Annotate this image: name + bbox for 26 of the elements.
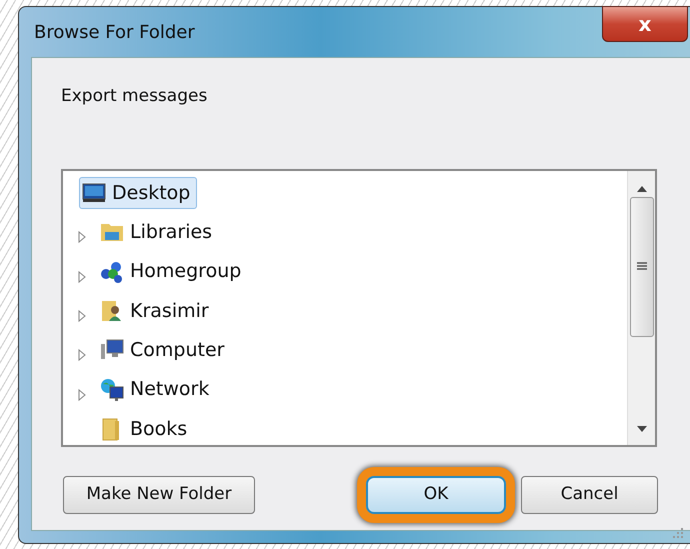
- scroll-down-icon[interactable]: [636, 424, 648, 432]
- globe-monitor-icon: [100, 378, 124, 402]
- close-button[interactable]: x: [602, 6, 688, 42]
- description-text: Export messages: [61, 85, 208, 108]
- window-title: Browse For Folder: [34, 20, 195, 44]
- tree-item[interactable]: Krasimir: [97, 294, 216, 328]
- scroll-up-icon[interactable]: [636, 184, 648, 192]
- network-nodes-icon: [100, 260, 124, 284]
- dialog-button[interactable]: Cancel: [521, 476, 658, 514]
- tree-item[interactable]: Homegroup: [97, 255, 248, 288]
- scroll-thumb[interactable]: [630, 196, 654, 336]
- grip-lines-icon: [636, 262, 646, 272]
- expand-arrow-icon[interactable]: [77, 388, 87, 402]
- tree-item[interactable]: Computer: [97, 334, 232, 367]
- vertical-scrollbar[interactable]: [627, 170, 655, 444]
- expand-arrow-icon[interactable]: [77, 230, 87, 244]
- tree-item[interactable]: Books: [97, 412, 194, 446]
- tree-item[interactable]: Desktop: [79, 176, 198, 210]
- dialog-button[interactable]: Make New Folder: [63, 476, 255, 514]
- tree-item[interactable]: Libraries: [97, 216, 220, 249]
- expand-arrow-icon[interactable]: [77, 270, 87, 284]
- user-folder-icon: [100, 299, 124, 324]
- tree-item[interactable]: Network: [97, 373, 216, 406]
- expand-arrow-icon[interactable]: [77, 348, 87, 362]
- resize-grip-icon[interactable]: [672, 527, 684, 539]
- expand-arrow-icon[interactable]: [77, 308, 87, 323]
